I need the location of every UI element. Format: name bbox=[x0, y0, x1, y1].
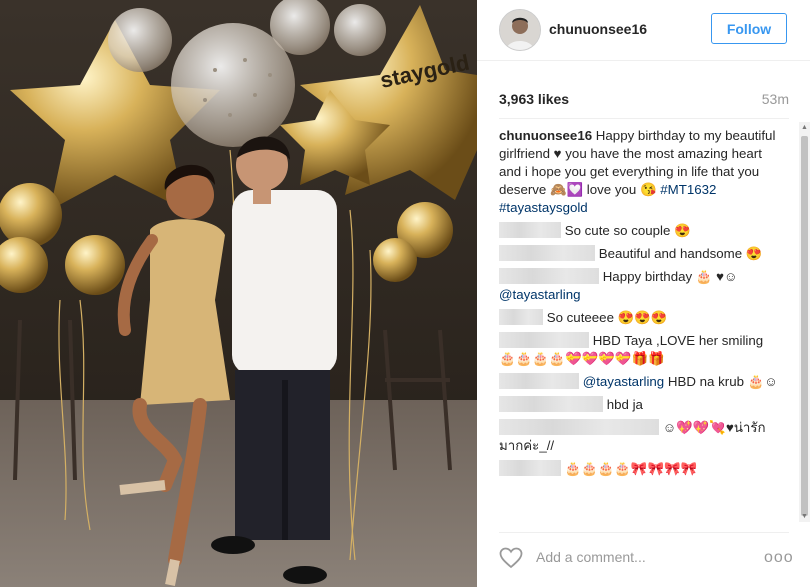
comment-item: So cuteeee 😍😍😍 bbox=[499, 309, 781, 327]
hashtag-mt1632[interactable]: #MT1632 bbox=[660, 182, 716, 197]
redacted-username[interactable] bbox=[499, 332, 589, 348]
redacted-username[interactable] bbox=[499, 460, 561, 476]
post-stats: 3,963 likes 53m bbox=[499, 91, 789, 107]
photo-illustration: staygold bbox=[0, 0, 477, 587]
comment-text: HBD na krub 🎂☺ bbox=[664, 374, 778, 389]
stats-divider bbox=[499, 118, 789, 119]
time-ago[interactable]: 53m bbox=[762, 91, 789, 107]
redacted-username[interactable] bbox=[499, 309, 543, 325]
comment-item: Happy birthday 🎂 ♥☺ @tayastarling bbox=[499, 268, 781, 304]
comment-item: Beautiful and handsome 😍 bbox=[499, 245, 781, 263]
comment-item: @tayastarling HBD na krub 🎂☺ bbox=[499, 373, 781, 391]
redacted-username[interactable] bbox=[499, 268, 599, 284]
scrollbar-thumb[interactable] bbox=[801, 136, 808, 516]
heart-icon-shape bbox=[499, 547, 523, 569]
comment-text: hbd ja bbox=[603, 397, 643, 412]
comment-item: hbd ja bbox=[499, 396, 781, 414]
redacted-username[interactable] bbox=[499, 419, 659, 435]
caption-username[interactable]: chunuonsee16 bbox=[499, 128, 592, 143]
follow-button[interactable]: Follow bbox=[711, 13, 787, 44]
comment-text: Beautiful and handsome 😍 bbox=[595, 246, 763, 261]
comment-item: So cute so couple 😍 bbox=[499, 222, 781, 240]
mention-tayastarling[interactable]: @tayastarling bbox=[499, 287, 581, 302]
comment-text: So cute so couple 😍 bbox=[561, 223, 691, 238]
redacted-username[interactable] bbox=[499, 222, 561, 238]
comment-item: 🎂🎂🎂🎂🎀🎀🎀🎀 bbox=[499, 460, 781, 478]
comment-item: ☺💖💖💘♥น่ารักมากค่ะ_// bbox=[499, 419, 781, 455]
mention-tayastarling[interactable]: @tayastarling bbox=[583, 374, 665, 389]
comment-text: So cuteeee 😍😍😍 bbox=[543, 310, 668, 325]
likes-count[interactable]: 3,963 likes bbox=[499, 91, 569, 107]
caption: chunuonsee16 Happy birthday to my beauti… bbox=[499, 127, 781, 217]
post-username[interactable]: chunuonsee16 bbox=[549, 21, 647, 37]
avatar[interactable] bbox=[499, 9, 541, 51]
avatar-image bbox=[500, 10, 540, 50]
comment-item: HBD Taya ,LOVE her smiling 🎂🎂🎂🎂💝💝💝💝🎁🎁 bbox=[499, 332, 781, 368]
comment-text: 🎂🎂🎂🎂🎀🎀🎀🎀 bbox=[561, 461, 698, 476]
post-photo: staygold bbox=[0, 0, 477, 587]
more-options-icon[interactable]: ooo bbox=[764, 549, 794, 567]
comments-list: chunuonsee16 Happy birthday to my beauti… bbox=[499, 127, 781, 523]
scroll-up-icon[interactable]: ▲ bbox=[799, 122, 810, 133]
post-header: chunuonsee16 Follow bbox=[477, 0, 810, 61]
redacted-username[interactable] bbox=[499, 373, 579, 389]
add-comment-input[interactable]: Add a comment... bbox=[536, 549, 646, 565]
redacted-username[interactable] bbox=[499, 396, 603, 412]
hashtag-tayastaysgold[interactable]: #tayastaysgold bbox=[499, 200, 588, 215]
footer-divider bbox=[499, 532, 789, 533]
post-details-panel: chunuonsee16 Follow 3,963 likes 53m chun… bbox=[477, 0, 810, 587]
comments-scrollbar[interactable]: ▲ ▼ bbox=[799, 122, 810, 522]
redacted-username[interactable] bbox=[499, 245, 595, 261]
comment-text: Happy birthday 🎂 ♥☺ bbox=[599, 269, 738, 284]
scroll-down-icon[interactable]: ▼ bbox=[799, 511, 810, 522]
heart-icon[interactable] bbox=[499, 547, 523, 569]
